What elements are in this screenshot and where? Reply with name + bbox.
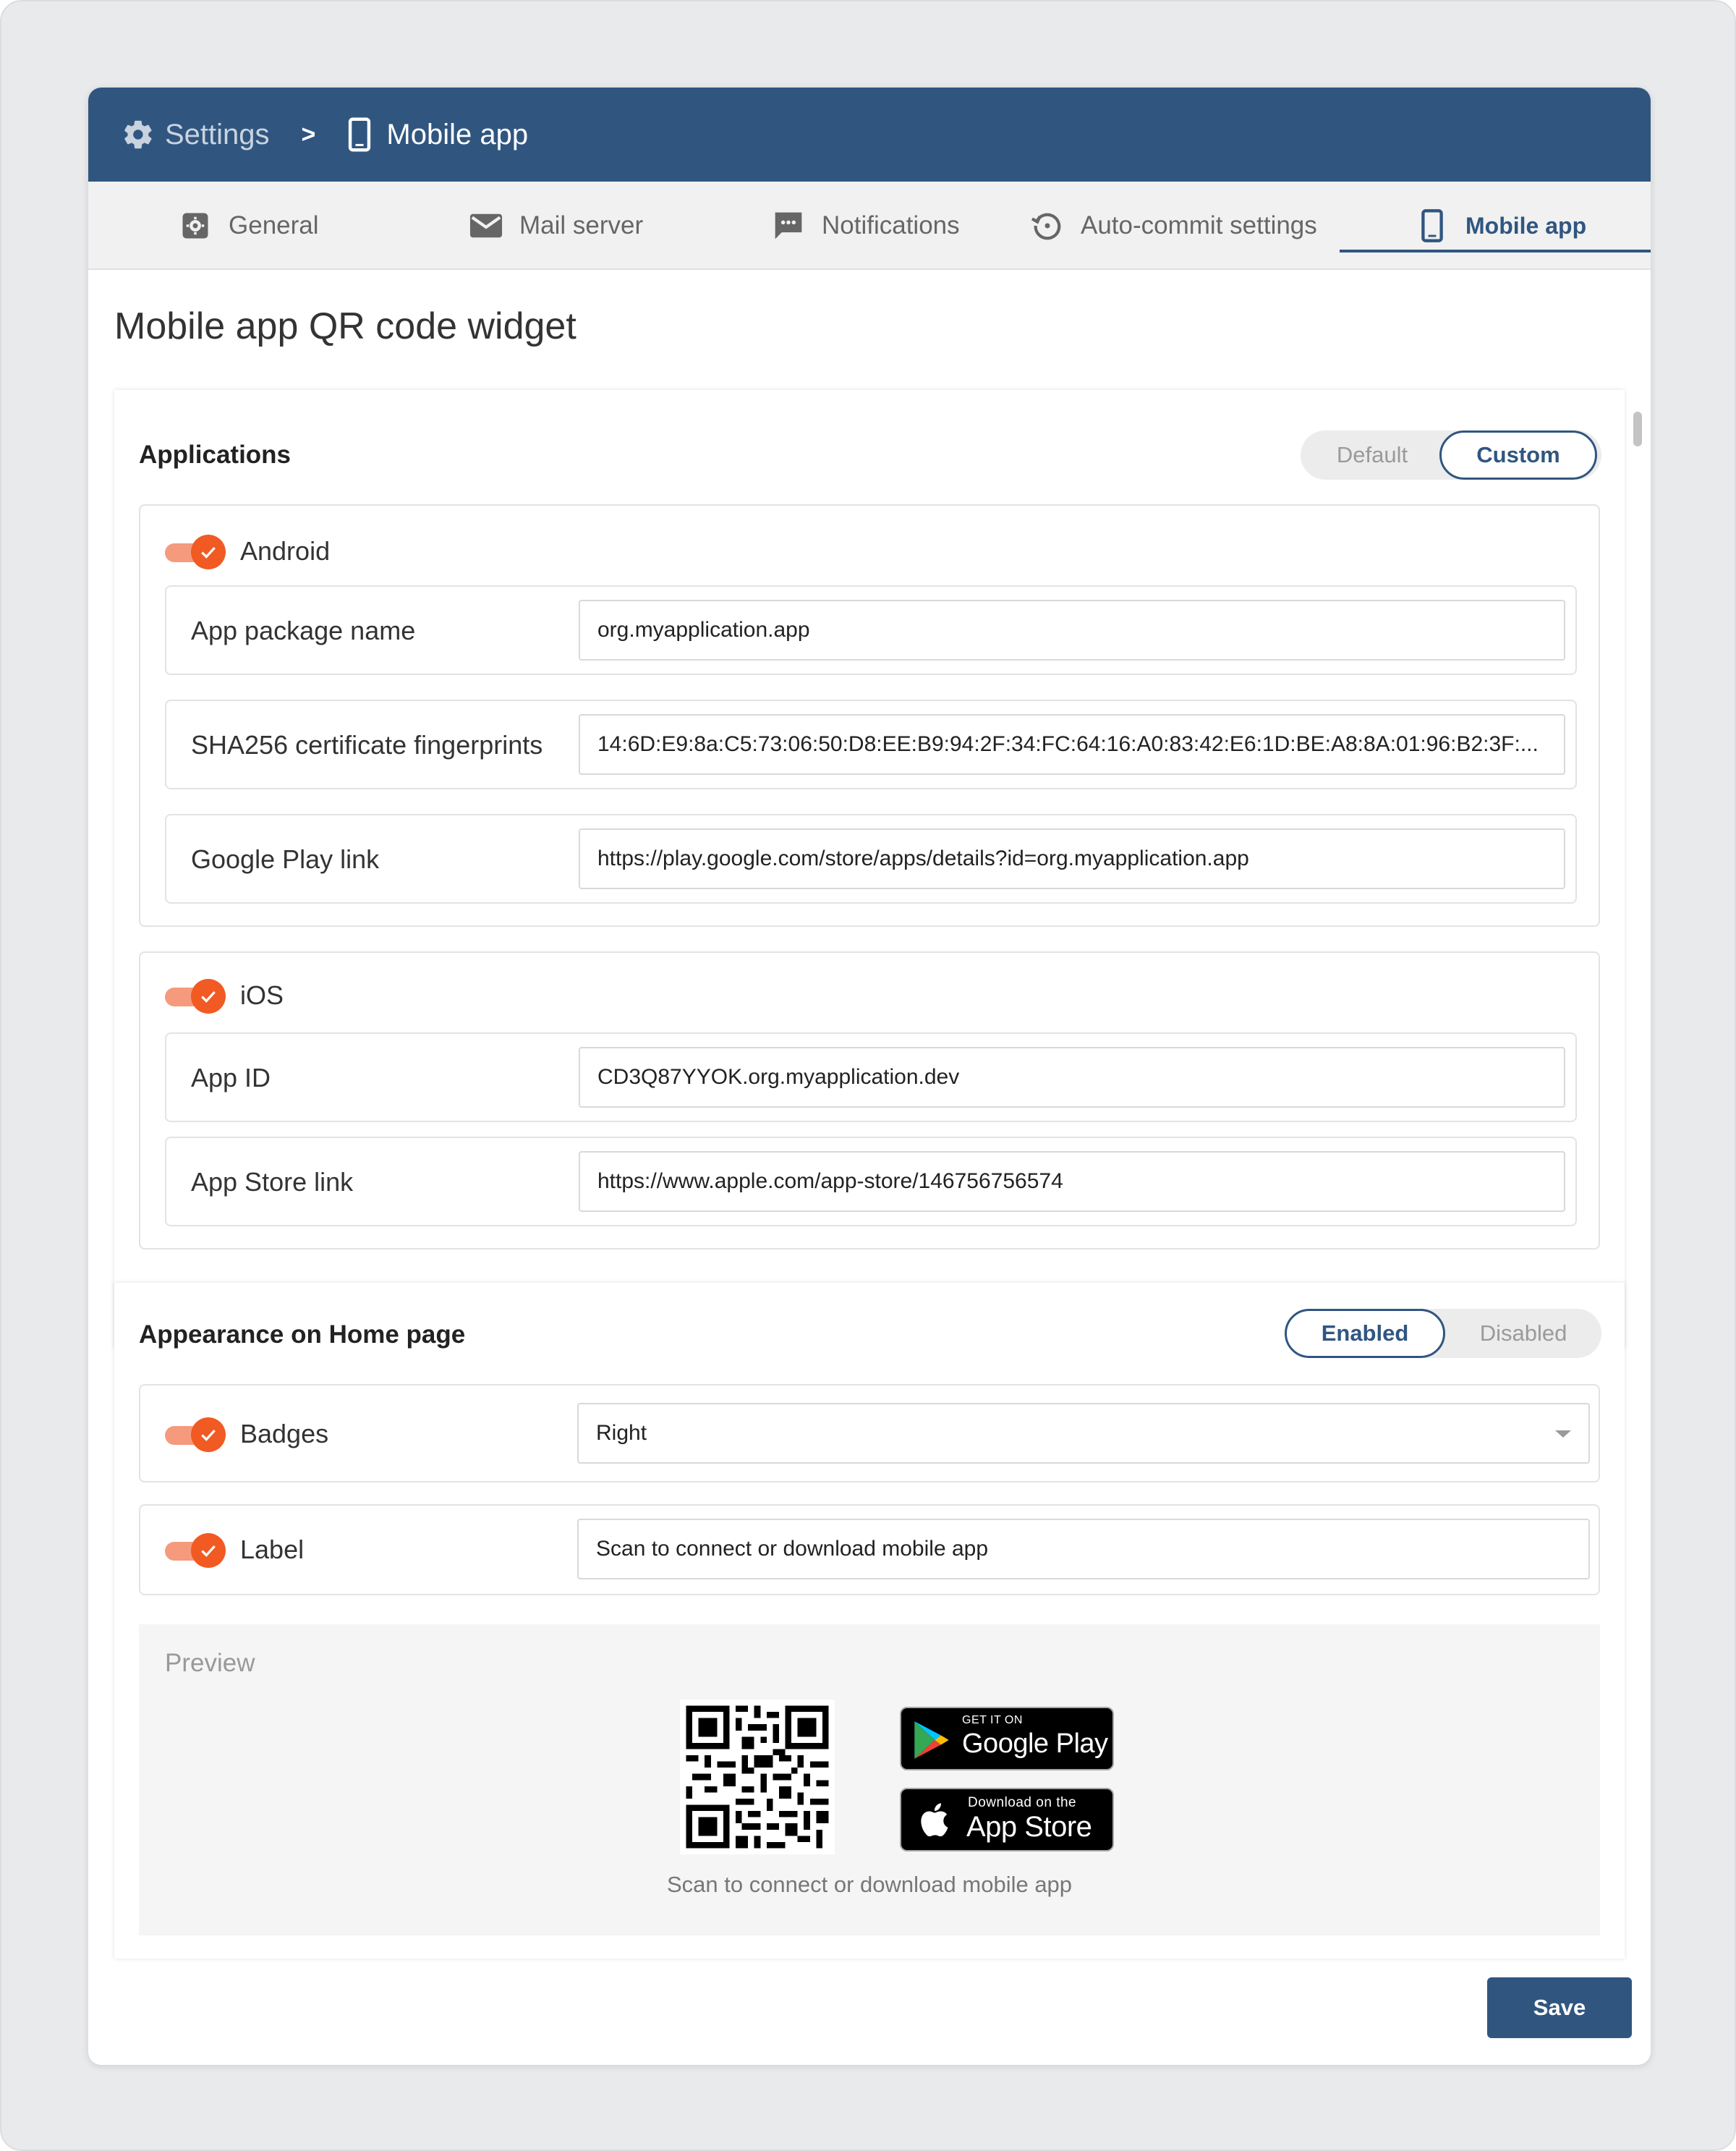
sha256-input[interactable]: 14:6D:E9:8a:C5:73:06:50:D8:EE:B9:94:2F:3…: [579, 714, 1565, 775]
tab-mail-server[interactable]: Mail server: [469, 182, 643, 270]
top-bar: Settings > Mobile app: [88, 88, 1651, 182]
smartphone-icon: [341, 116, 378, 153]
tab-auto-commit[interactable]: Auto-commit settings: [1030, 182, 1317, 270]
chevron-down-icon: [1555, 1430, 1571, 1438]
apple-icon: [921, 1803, 948, 1837]
chat-bubble-icon: [771, 208, 806, 243]
tab-mail-server-label: Mail server: [519, 211, 644, 239]
page-title: Mobile app QR code widget: [114, 305, 576, 347]
app-id-label: App ID: [191, 1063, 271, 1093]
app-id-input[interactable]: CD3Q87YYOK.org.myapplication.dev: [579, 1047, 1565, 1108]
app-id-row: App ID CD3Q87YYOK.org.myapplication.dev: [165, 1032, 1577, 1122]
badges-position-select[interactable]: Right: [577, 1403, 1590, 1464]
apple-badge-big-text: App Store: [966, 1811, 1092, 1843]
label-text-input[interactable]: Scan to connect or download mobile app: [577, 1519, 1590, 1579]
settings-square-icon: [178, 208, 213, 243]
app-store-badge: Download on the App Store: [900, 1788, 1114, 1851]
check-icon: [191, 979, 226, 1014]
breadcrumb-settings-label: Settings: [165, 118, 270, 150]
google-play-link-label: Google Play link: [191, 844, 380, 874]
envelope-icon: [469, 208, 503, 243]
app-store-link-input[interactable]: https://www.apple.com/app-store/14675675…: [579, 1151, 1565, 1212]
preview-panel: Preview GET IT ON Google Play Download o…: [139, 1624, 1600, 1935]
tab-mobile-app-label: Mobile app: [1465, 212, 1587, 239]
tab-general-label: General: [229, 211, 319, 239]
google-play-icon: [914, 1721, 949, 1759]
check-icon: [191, 535, 226, 569]
settings-window: Settings > Mobile app General Mail serve…: [88, 88, 1651, 2065]
applications-title: Applications: [139, 441, 292, 469]
gear-icon: [120, 116, 156, 153]
tab-notifications[interactable]: Notifications: [771, 182, 960, 270]
breadcrumb-settings[interactable]: Settings: [120, 116, 270, 153]
mode-custom-option[interactable]: Custom: [1439, 430, 1597, 480]
ios-toggle[interactable]: [165, 979, 226, 1014]
qr-code: [680, 1700, 835, 1854]
sha256-label: SHA256 certificate fingerprints: [191, 730, 543, 760]
scrollbar-thumb[interactable]: [1633, 412, 1642, 446]
smartphone-icon: [1415, 208, 1450, 243]
breadcrumb-separator: >: [301, 120, 316, 148]
google-play-link-input[interactable]: https://play.google.com/store/apps/detai…: [579, 828, 1565, 889]
google-badge-small-text: GET IT ON: [962, 1714, 1023, 1726]
state-disabled-option[interactable]: Disabled: [1445, 1309, 1601, 1358]
device-frame: Settings > Mobile app General Mail serve…: [0, 0, 1736, 2151]
app-store-link-row: App Store link https://www.apple.com/app…: [165, 1137, 1577, 1226]
appearance-title: Appearance on Home page: [139, 1320, 466, 1349]
google-play-link-row: Google Play link https://play.google.com…: [165, 814, 1577, 904]
label-row: Label Scan to connect or download mobile…: [139, 1504, 1600, 1595]
tab-notifications-label: Notifications: [822, 211, 960, 239]
history-icon: [1030, 208, 1065, 243]
breadcrumb-mobile-app-label: Mobile app: [386, 118, 529, 150]
preview-label: Preview: [165, 1649, 255, 1677]
mode-segmented-control: Default Custom: [1301, 430, 1601, 480]
badges-toggle[interactable]: [165, 1417, 226, 1452]
package-name-label: App package name: [191, 616, 416, 645]
google-play-badge: GET IT ON Google Play: [900, 1707, 1114, 1770]
tab-auto-commit-label: Auto-commit settings: [1081, 211, 1317, 239]
breadcrumb-mobile-app: Mobile app: [341, 116, 528, 153]
package-name-input[interactable]: org.myapplication.app: [579, 600, 1565, 661]
app-store-link-label: App Store link: [191, 1167, 354, 1197]
badges-label: Badges: [240, 1419, 329, 1448]
badges-row: Badges Right: [139, 1384, 1600, 1482]
check-icon: [191, 1533, 226, 1568]
tab-mobile-app[interactable]: Mobile app: [1415, 182, 1586, 270]
android-group: Android App package name org.myapplicati…: [139, 504, 1600, 927]
google-badge-big-text: Google Play: [962, 1728, 1108, 1759]
sha256-row: SHA256 certificate fingerprints 14:6D:E9…: [165, 700, 1577, 789]
active-tab-indicator: [1340, 250, 1651, 253]
home-state-segmented-control: Enabled Disabled: [1285, 1309, 1601, 1358]
badges-position-value: Right: [596, 1421, 647, 1445]
ios-label: iOS: [240, 980, 284, 1010]
android-label: Android: [240, 536, 331, 566]
mode-default-option[interactable]: Default: [1301, 430, 1444, 480]
ios-group: iOS App ID CD3Q87YYOK.org.myapplication.…: [139, 951, 1600, 1250]
preview-caption: Scan to connect or download mobile app: [666, 1872, 1073, 1897]
applications-card: Applications Default Custom Android App …: [114, 390, 1625, 1348]
tab-general[interactable]: General: [178, 182, 319, 270]
package-name-row: App package name org.myapplication.app: [165, 585, 1577, 675]
label-toggle[interactable]: [165, 1533, 226, 1568]
label-row-label: Label: [240, 1535, 305, 1564]
android-toggle[interactable]: [165, 535, 226, 569]
check-icon: [191, 1417, 226, 1452]
appearance-card: Appearance on Home page Enabled Disabled…: [114, 1283, 1625, 1959]
state-enabled-option[interactable]: Enabled: [1285, 1309, 1445, 1358]
apple-badge-small-text: Download on the: [968, 1795, 1077, 1810]
save-button[interactable]: Save: [1487, 1977, 1632, 2038]
settings-tabs: General Mail server Notifications Auto-c…: [88, 182, 1651, 270]
